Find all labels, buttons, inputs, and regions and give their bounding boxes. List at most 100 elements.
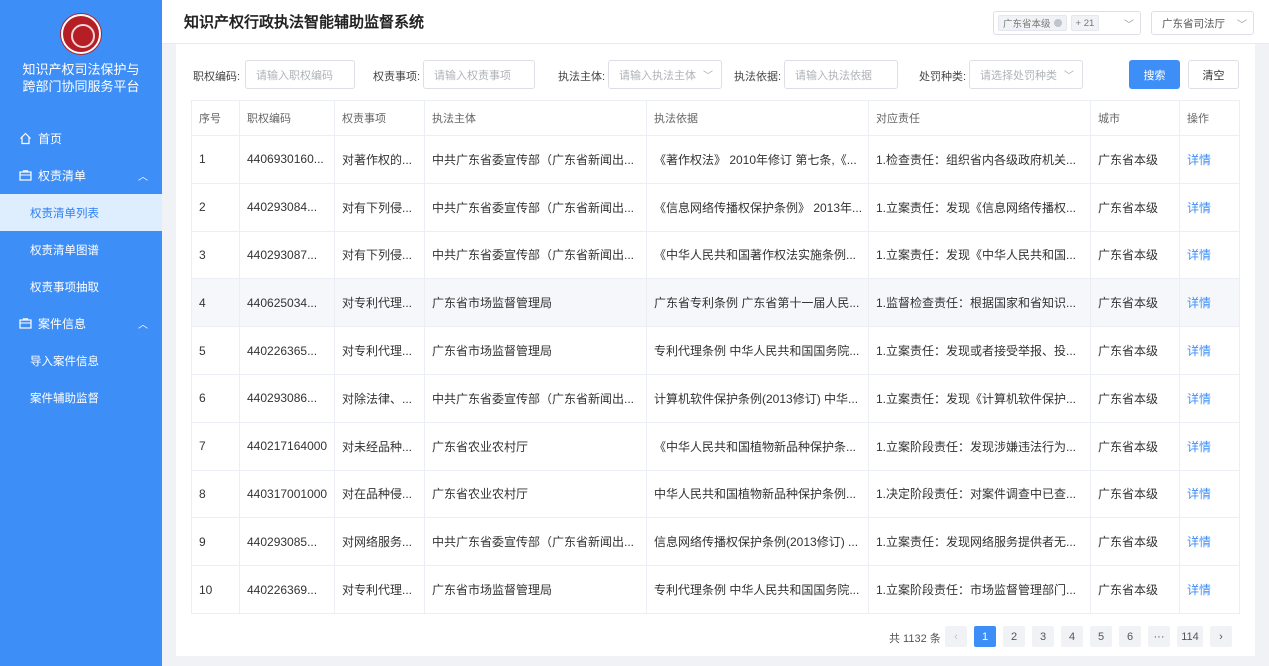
enforcement-basis: 《中华人民共和国植物新品种保护条... <box>646 421 869 471</box>
detail-link[interactable]: 详情 <box>1179 135 1240 184</box>
item-label: 权责事项: <box>373 71 421 83</box>
power-code: 440226369... <box>239 565 335 614</box>
page-button[interactable]: 5 <box>1090 626 1112 647</box>
power-code: 440317001000 <box>239 469 335 519</box>
row-index: 3 <box>191 230 240 280</box>
detail-link[interactable]: 详情 <box>1179 230 1240 280</box>
penalty-select[interactable]: 请选择处罚种类 ﹀ <box>969 60 1083 89</box>
detail-link[interactable]: 详情 <box>1179 373 1240 423</box>
responsibility-item: 对专利代理... <box>334 565 425 614</box>
page-button[interactable]: 4 <box>1061 626 1083 647</box>
city: 广东省本级 <box>1090 421 1180 471</box>
table-row[interactable]: 3 440293087... 对有下列侵... 中共广东省委宣传部（广东省新闻出...… <box>191 230 1240 280</box>
detail-link[interactable]: 详情 <box>1179 565 1240 614</box>
tag-close-icon[interactable] <box>1053 19 1062 27</box>
power-code: 4406930160... <box>239 135 335 184</box>
enforcement-subject: 广东省市场监督管理局 <box>424 278 647 328</box>
basis-input[interactable]: 请输入执法依据 <box>784 60 898 89</box>
sidebar-item-item-extraction[interactable]: 权责事项抽取 <box>0 268 162 305</box>
power-code: 440293086... <box>239 373 335 423</box>
table-row[interactable]: 5 440226365... 对专利代理... 广东省市场监督管理局 专利代理条例 中华… <box>191 326 1240 375</box>
city: 广东省本级 <box>1090 230 1180 280</box>
next-page-button[interactable]: › <box>1210 626 1232 647</box>
sidebar-item-responsibility-graph[interactable]: 权责清单图谱 <box>0 231 162 268</box>
subject-label: 执法主体: <box>558 71 606 83</box>
page-button[interactable]: 114 <box>1177 626 1203 647</box>
chevron-down-icon: ﹀ <box>1237 19 1247 31</box>
responsibility-item: 对有下列侵... <box>334 182 425 232</box>
corresponding-responsibility: 1.立案阶段责任：发现涉嫌违法行为... <box>868 421 1091 471</box>
clear-button[interactable]: 清空 <box>1188 60 1239 89</box>
sidebar: 知识产权司法保护与 跨部门协同服务平台 首页 权责清单 ︿ 权责清单列表 权责清… <box>0 0 162 666</box>
sidebar-group-case-info[interactable]: 案件信息 ︿ <box>0 305 162 342</box>
table-row[interactable]: 6 440293086... 对除法律、... 中共广东省委宣传部（广东省新闻出...… <box>191 373 1240 423</box>
sidebar-item-responsibility-list[interactable]: 权责清单列表 <box>0 194 162 231</box>
table-row[interactable]: 9 440293085... 对网络服务... 中共广东省委宣传部（广东省新闻出...… <box>191 517 1240 567</box>
item-input[interactable]: 请输入权责事项 <box>423 60 535 89</box>
row-index: 2 <box>191 182 240 232</box>
city: 广东省本级 <box>1090 182 1180 232</box>
row-index: 8 <box>191 469 240 519</box>
corresponding-responsibility: 1.立案责任：发现《中华人民共和国... <box>868 230 1091 280</box>
detail-link[interactable]: 详情 <box>1179 326 1240 375</box>
row-index: 10 <box>191 565 240 614</box>
table-row[interactable]: 1 4406930160... 对著作权的... 中共广东省委宣传部（广东省新闻出..… <box>191 135 1240 184</box>
code-input[interactable]: 请输入职权编码 <box>245 60 355 89</box>
responsibility-item: 对专利代理... <box>334 326 425 375</box>
sidebar-item-label: 权责清单 <box>38 169 87 183</box>
enforcement-subject: 中共广东省委宣传部（广东省新闻出... <box>424 182 647 232</box>
sidebar-item-import-case[interactable]: 导入案件信息 <box>0 342 162 379</box>
pagination: 共 1132 条 ‹ 1 2 3 4 5 6 ··· 114 › <box>176 626 1255 647</box>
table-row[interactable]: 10 440226369... 对专利代理... 广东省市场监督管理局 专利代理条例 中… <box>191 565 1240 614</box>
more-pages-button[interactable]: ··· <box>1148 626 1170 647</box>
folder-icon <box>18 317 32 331</box>
row-index: 5 <box>191 326 240 375</box>
enforcement-basis: 《中华人民共和国著作权法实施条例... <box>646 230 869 280</box>
sidebar-item-home[interactable]: 首页 <box>0 120 162 157</box>
detail-link[interactable]: 详情 <box>1179 421 1240 471</box>
detail-link[interactable]: 详情 <box>1179 278 1240 328</box>
table-row[interactable]: 2 440293084... 对有下列侵... 中共广东省委宣传部（广东省新闻出...… <box>191 182 1240 232</box>
row-index: 6 <box>191 373 240 423</box>
column-header: 执法主体 <box>424 100 647 136</box>
column-header: 序号 <box>191 100 240 136</box>
table-row[interactable]: 7 440217164000 对未经品种... 广东省农业农村厅 《中华人民共和国植物新… <box>191 421 1240 471</box>
penalty-label: 处罚种类: <box>919 71 967 83</box>
chevron-up-icon: ︿ <box>138 172 148 183</box>
enforcement-subject: 中共广东省委宣传部（广东省新闻出... <box>424 517 647 567</box>
more-tags-badge: + 21 <box>1070 15 1100 31</box>
city-multi-select[interactable]: 广东省本级 + 21 ﹀ <box>993 11 1141 35</box>
city-tag[interactable]: 广东省本级 <box>998 15 1067 31</box>
power-code: 440217164000 <box>239 421 335 471</box>
page-button[interactable]: 2 <box>1003 626 1025 647</box>
chevron-down-icon: ﹀ <box>1064 71 1074 82</box>
enforcement-basis: 《信息网络传播权保护条例》 2013年... <box>646 182 869 232</box>
page-button[interactable]: 3 <box>1032 626 1054 647</box>
detail-link[interactable]: 详情 <box>1179 182 1240 232</box>
row-index: 1 <box>191 135 240 184</box>
table-row[interactable]: 8 440317001000 对在品种侵... 广东省农业农村厅 中华人民共和国植物新品… <box>191 469 1240 519</box>
sidebar-item-label: 案件信息 <box>38 317 87 331</box>
basis-label: 执法依据: <box>734 71 782 83</box>
enforcement-subject: 中共广东省委宣传部（广东省新闻出... <box>424 373 647 423</box>
sidebar-item-case-supervision[interactable]: 案件辅助监督 <box>0 379 162 416</box>
prev-page-button[interactable]: ‹ <box>945 626 967 647</box>
corresponding-responsibility: 1.立案责任：发现《计算机软件保护... <box>868 373 1091 423</box>
detail-link[interactable]: 详情 <box>1179 469 1240 519</box>
sidebar-group-responsibility-list[interactable]: 权责清单 ︿ <box>0 157 162 194</box>
platform-title: 知识产权司法保护与 跨部门协同服务平台 <box>22 62 140 94</box>
detail-link[interactable]: 详情 <box>1179 517 1240 567</box>
table-row[interactable]: 4 440625034... 对专利代理... 广东省市场监督管理局 广东省专利条例 广… <box>191 278 1240 328</box>
search-button[interactable]: 搜索 <box>1129 60 1180 89</box>
column-header: 职权编码 <box>239 100 335 136</box>
page-button[interactable]: 1 <box>974 626 996 647</box>
power-code: 440293087... <box>239 230 335 280</box>
sidebar-menu: 首页 权责清单 ︿ 权责清单列表 权责清单图谱 权责事项抽取 案件信息 ︿ 导入… <box>0 120 162 416</box>
page-button[interactable]: 6 <box>1119 626 1141 647</box>
department-select[interactable]: 广东省司法厅 ﹀ <box>1151 11 1254 35</box>
subject-select[interactable]: 请输入执法主体 ﹀ <box>608 60 722 89</box>
corresponding-responsibility: 1.立案责任：发现或者接受举报、投... <box>868 326 1091 375</box>
enforcement-subject: 广东省农业农村厅 <box>424 421 647 471</box>
court-emblem-logo <box>61 14 101 54</box>
content-panel: 职权编码: 请输入职权编码 权责事项: 请输入权责事项 执法主体: 请输入执法主… <box>176 44 1255 656</box>
